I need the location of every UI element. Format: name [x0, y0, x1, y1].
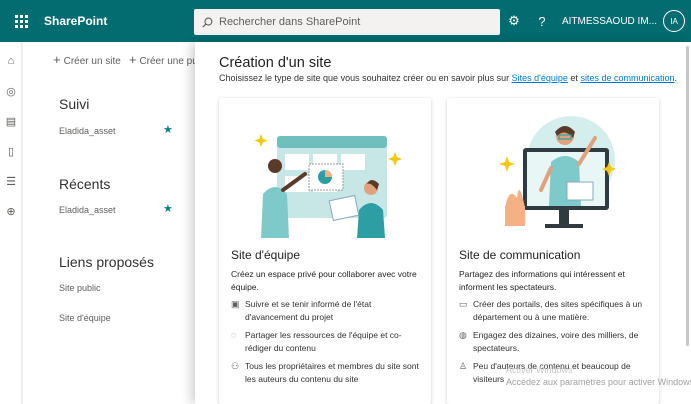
- windows-activation-title: Activer Windows: [506, 365, 573, 375]
- search-icon: [202, 17, 213, 28]
- create-site-button[interactable]: + Créer un site: [53, 52, 121, 67]
- lists-icon[interactable]: ☰: [0, 170, 22, 192]
- avatar[interactable]: IA: [663, 10, 685, 32]
- search-box[interactable]: Rechercher dans SharePoint: [194, 9, 500, 35]
- feature-item: ▣ Suivre et se tenir informé de l'état d…: [231, 299, 372, 322]
- following-heading: Suivi: [59, 96, 90, 112]
- plus-icon: +: [53, 51, 61, 67]
- create-site-panel: Création d'un site Choisissez le type de…: [195, 42, 691, 404]
- communication-sites-link[interactable]: sites de communication: [580, 73, 674, 83]
- panel-scrollbar[interactable]: [686, 46, 689, 346]
- team-sites-link[interactable]: Sites d'équipe: [512, 73, 568, 83]
- team-site-illustration: [219, 98, 431, 238]
- communication-site-description: Partagez des informations qui intéressen…: [459, 269, 625, 292]
- person-icon: ♙: [459, 361, 468, 371]
- panel-subtitle: Choisissez le type de site que vous souh…: [219, 73, 677, 83]
- communication-site-illustration: [447, 98, 659, 238]
- suite-bar: SharePoint Rechercher dans SharePoint ⚙ …: [0, 0, 691, 42]
- portal-icon: ▭: [459, 299, 468, 309]
- create-post-button[interactable]: +Créer une publicat: [129, 52, 195, 67]
- help-icon[interactable]: ?: [528, 14, 556, 29]
- sync-icon: ◌: [231, 330, 237, 340]
- plus-icon: +: [128, 51, 137, 67]
- communication-site-title: Site de communication: [459, 248, 581, 262]
- megaphone-icon: ◍: [459, 330, 467, 340]
- feature-item: ◌ Partager les ressources de l'équipe et…: [231, 330, 402, 353]
- star-icon[interactable]: ★: [163, 202, 173, 215]
- search-placeholder: Rechercher dans SharePoint: [219, 16, 361, 28]
- following-site-link[interactable]: Eladida_asset: [59, 126, 116, 136]
- news-icon[interactable]: ▤: [0, 110, 22, 132]
- sidebar: +Créer un site +Créer une publicat Suivi…: [23, 42, 195, 404]
- globe-icon[interactable]: ◎: [0, 80, 22, 102]
- app-name[interactable]: SharePoint: [44, 14, 194, 28]
- feature-item: ⚇ Tous les propriétaires et membres du s…: [231, 361, 419, 384]
- communication-site-card[interactable]: Site de communication Partagez des infor…: [447, 98, 659, 404]
- people-icon: ⚇: [231, 361, 240, 371]
- star-icon[interactable]: ★: [163, 123, 173, 136]
- app-rail: ⌂ ◎ ▤ ▯ ☰ ⊕: [0, 42, 22, 404]
- clipboard-icon: ▣: [231, 299, 240, 309]
- panel-title: Création d'un site: [219, 55, 332, 71]
- feature-item: ▭ Créer des portails, des sites spécifiq…: [459, 299, 643, 322]
- windows-activation-text: Accédez aux paramètres pour activer Wind…: [506, 377, 691, 387]
- app-launcher-button[interactable]: [0, 0, 42, 42]
- team-site-description: Créez un espace privé pour collaborer av…: [231, 269, 417, 292]
- add-circle-icon[interactable]: ⊕: [0, 200, 22, 222]
- team-site-title: Site d'équipe: [231, 248, 301, 262]
- command-bar: +Créer un site +Créer une publicat: [23, 42, 195, 76]
- file-icon[interactable]: ▯: [0, 140, 22, 162]
- home-icon[interactable]: ⌂: [0, 50, 22, 72]
- suggested-link-public[interactable]: Site public: [59, 283, 101, 293]
- suggested-link-team[interactable]: Site d'équipe: [59, 313, 111, 323]
- recent-heading: Récents: [59, 176, 111, 192]
- waffle-icon: [14, 14, 28, 28]
- settings-gear-icon[interactable]: ⚙: [500, 13, 528, 29]
- feature-item: ◍ Engagez des dizaines, voire des millie…: [459, 330, 639, 353]
- user-name[interactable]: AITMESSAOUD IM...: [562, 16, 657, 27]
- recent-site-link[interactable]: Eladida_asset: [59, 205, 116, 215]
- team-site-card[interactable]: Site d'équipe Créez un espace privé pour…: [219, 98, 431, 404]
- suggested-heading: Liens proposés: [59, 254, 154, 270]
